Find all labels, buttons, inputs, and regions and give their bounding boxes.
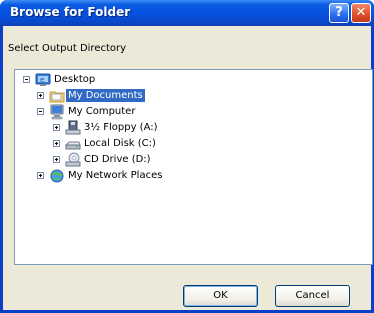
svg-text:e: e [40, 76, 44, 84]
tree-item-label: My Network Places [68, 170, 163, 181]
folder-icon [49, 91, 65, 103]
computer-icon [50, 104, 64, 120]
tree-item-cd-drive[interactable]: CD Drive (D:) [15, 152, 355, 168]
tree-item-my-documents[interactable]: My Documents [15, 88, 355, 104]
tree-item-desktop[interactable]: e Desktop [15, 72, 355, 88]
cd-drive-icon [65, 152, 81, 167]
tree-item-label: My Documents [66, 89, 145, 102]
ok-button[interactable]: OK [183, 285, 258, 307]
expand-toggle[interactable] [37, 172, 44, 179]
expand-toggle[interactable] [53, 156, 60, 163]
tree-item-my-network-places[interactable]: My Network Places [15, 168, 355, 184]
tree-item-label: Local Disk (C:) [84, 138, 156, 149]
prompt-text: Select Output Directory [8, 43, 127, 54]
expand-toggle[interactable] [53, 124, 60, 131]
help-button[interactable]: ? [329, 3, 349, 23]
tree-item-label: Desktop [54, 74, 96, 85]
floppy-drive-icon [65, 120, 81, 135]
tree-item-local-disk[interactable]: Local Disk (C:) [15, 136, 355, 152]
network-places-icon [50, 169, 64, 183]
folder-tree[interactable]: e Desktop My Documents My Computer 3½ Fl… [14, 69, 373, 265]
collapse-toggle[interactable] [37, 108, 44, 115]
tree-item-label: My Computer [68, 106, 136, 117]
desktop-icon: e [35, 73, 51, 86]
tree-item-my-computer[interactable]: My Computer [15, 104, 355, 120]
title-bar[interactable]: Browse for Folder ? ✕ [0, 0, 374, 26]
hard-disk-icon [65, 141, 81, 150]
dialog-body: Select Output Directory e Desktop My Doc… [3, 26, 373, 310]
expand-toggle[interactable] [37, 92, 44, 99]
close-button[interactable]: ✕ [351, 3, 371, 23]
expand-toggle[interactable] [53, 140, 60, 147]
browse-for-folder-dialog: Browse for Folder ? ✕ Select Output Dire… [0, 0, 374, 313]
dialog-title: Browse for Folder [10, 5, 131, 19]
tree-item-label: 3½ Floppy (A:) [84, 122, 158, 133]
tree-item-label: CD Drive (D:) [84, 154, 151, 165]
collapse-toggle[interactable] [23, 76, 30, 83]
cancel-button[interactable]: Cancel [275, 285, 350, 307]
tree-item-floppy[interactable]: 3½ Floppy (A:) [15, 120, 355, 136]
